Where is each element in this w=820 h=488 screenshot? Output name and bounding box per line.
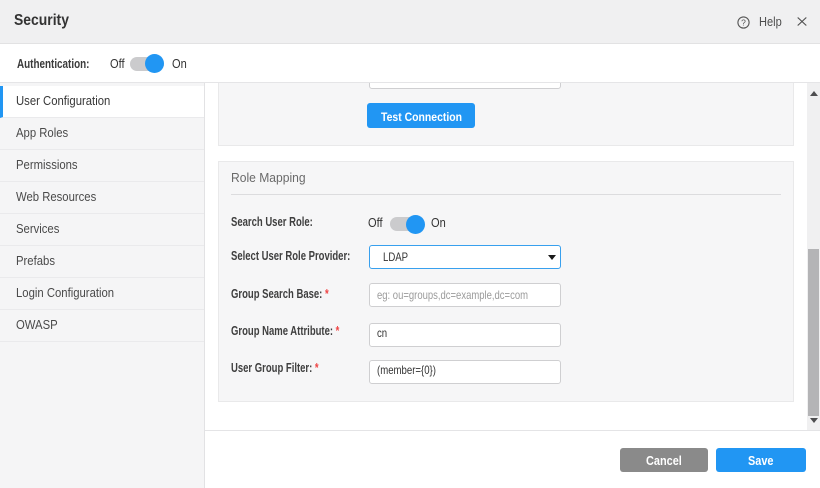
svg-text:?: ?: [741, 17, 746, 27]
